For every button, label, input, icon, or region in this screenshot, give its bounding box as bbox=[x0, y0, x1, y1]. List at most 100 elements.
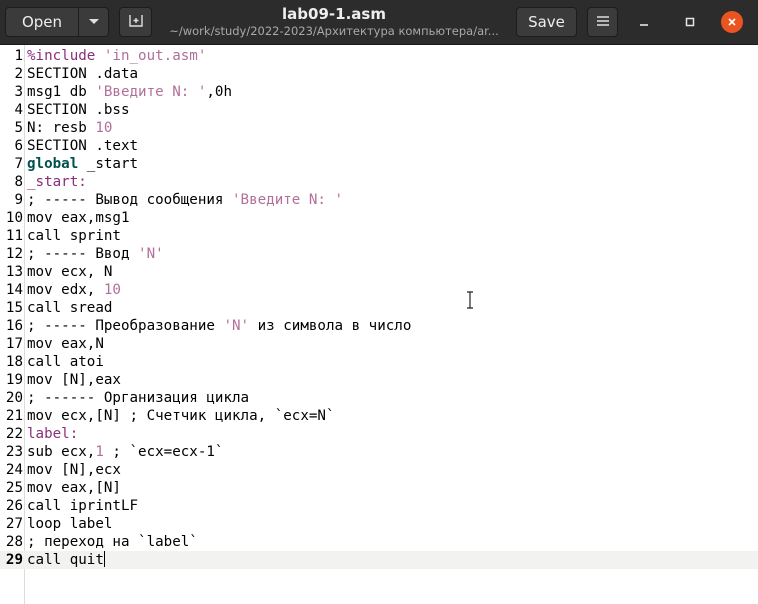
code-token: ; ------ Организация цикла bbox=[27, 390, 250, 406]
code-token: из символа в число bbox=[249, 318, 412, 334]
code-line[interactable]: 9; ----- Вывод сообщения 'Введите N: ' bbox=[0, 191, 758, 209]
code-line[interactable]: 20; ------ Организация цикла bbox=[0, 389, 758, 407]
code-line[interactable]: 7 global _start bbox=[0, 155, 758, 173]
code-token: SECTION .text bbox=[27, 138, 139, 154]
code-line[interactable]: 24 mov [N],ecx bbox=[0, 461, 758, 479]
line-number: 6 bbox=[14, 138, 23, 154]
code-token: mov eax,msg1 bbox=[27, 210, 130, 226]
chevron-down-icon[interactable] bbox=[78, 18, 109, 26]
code-line[interactable]: 18 call atoi bbox=[0, 353, 758, 371]
line-number: 21 bbox=[5, 408, 23, 424]
text-editor[interactable]: 1 %include 'in_out.asm' 2 SECTION .data 3 msg… bbox=[0, 45, 758, 604]
code-token: SECTION .bss bbox=[27, 102, 130, 118]
new-tab-button[interactable] bbox=[119, 7, 152, 37]
open-button[interactable]: Open bbox=[5, 7, 109, 37]
code-token: mov edx, bbox=[27, 282, 104, 298]
close-icon[interactable] bbox=[721, 11, 743, 33]
code-text: call sprint bbox=[27, 227, 121, 245]
window-title-area: lab09-1.asm ~/work/study/2022-2023/Архит… bbox=[160, 5, 508, 39]
code-token: msg1 db bbox=[27, 84, 96, 100]
code-line[interactable]: 15 call sread bbox=[0, 299, 758, 317]
line-number: 4 bbox=[14, 102, 23, 118]
save-button[interactable]: Save bbox=[516, 7, 577, 37]
code-text: ; ----- Преобразование 'N' из символа в … bbox=[27, 317, 411, 335]
code-line[interactable]: 27 loop label bbox=[0, 515, 758, 533]
code-line[interactable]: 1 %include 'in_out.asm' bbox=[0, 47, 758, 65]
line-number: 16 bbox=[5, 318, 23, 334]
i-beam-cursor-icon bbox=[465, 291, 475, 309]
code-line[interactable]: 11 call sprint bbox=[0, 227, 758, 245]
code-line[interactable]: 2 SECTION .data bbox=[0, 65, 758, 83]
minimize-icon[interactable] bbox=[633, 11, 655, 33]
code-text: call sread bbox=[27, 299, 112, 317]
code-token: ,0h bbox=[206, 84, 233, 100]
code-text: mov ecx, N bbox=[27, 263, 112, 281]
code-line[interactable]: 22 label: bbox=[0, 425, 758, 443]
code-text: loop label bbox=[27, 515, 112, 533]
line-number: 20 bbox=[5, 390, 23, 406]
new-document-icon bbox=[128, 12, 144, 32]
code-line[interactable]: 14 mov edx, 10 bbox=[0, 281, 758, 299]
code-line[interactable]: 10 mov eax,msg1 bbox=[0, 209, 758, 227]
line-number: 9 bbox=[14, 192, 23, 208]
code-line[interactable]: 26 call iprintLF bbox=[0, 497, 758, 515]
line-number: 27 bbox=[5, 516, 23, 532]
header-bar: Open lab09-1.asm ~/work/study/2022-2023/… bbox=[0, 0, 758, 45]
menu-button[interactable] bbox=[587, 7, 618, 37]
code-token: %include bbox=[27, 48, 104, 64]
code-text: call iprintLF bbox=[27, 497, 138, 515]
code-lines[interactable]: 1 %include 'in_out.asm' 2 SECTION .data 3 msg… bbox=[0, 47, 758, 569]
code-token: ; ----- Преобразование bbox=[27, 318, 224, 334]
code-token: sub ecx, bbox=[27, 444, 96, 460]
code-token: ; `ecx=ecx-1` bbox=[103, 444, 224, 460]
code-text: call quit bbox=[27, 551, 105, 569]
code-text: ; ------ Организация цикла bbox=[27, 389, 249, 407]
code-text: mov eax,N bbox=[27, 335, 104, 353]
line-number: 19 bbox=[5, 372, 23, 388]
code-line[interactable]: 21 mov ecx,[N] ; Счетчик цикла, `ecx=N` bbox=[0, 407, 758, 425]
code-token: ; переход на `label` bbox=[27, 534, 198, 550]
line-number: 23 bbox=[5, 444, 23, 460]
code-text: ; ----- Вывод сообщения 'Введите N: ' bbox=[27, 191, 343, 209]
code-line[interactable]: 29 call quit bbox=[0, 551, 758, 569]
code-token: SECTION .data bbox=[27, 66, 139, 82]
line-number: 15 bbox=[5, 300, 23, 316]
code-line[interactable]: 8 _start: bbox=[0, 173, 758, 191]
code-text: ; ----- Ввод 'N' bbox=[27, 245, 164, 263]
code-line[interactable]: 5 N: resb 10 bbox=[0, 119, 758, 137]
code-token: loop label bbox=[27, 516, 113, 532]
code-token: mov ecx,[N] ; Счетчик цикла, `ecx=N` bbox=[27, 408, 335, 424]
code-token: 'N' bbox=[223, 318, 250, 334]
code-text: call atoi bbox=[27, 353, 104, 371]
code-line[interactable]: 4 SECTION .bss bbox=[0, 101, 758, 119]
text-caret bbox=[103, 551, 105, 567]
code-line[interactable]: 23 sub ecx,1 ; `ecx=ecx-1` bbox=[0, 443, 758, 461]
line-number: 12 bbox=[5, 246, 23, 262]
code-text: SECTION .data bbox=[27, 65, 138, 83]
line-number: 10 bbox=[5, 210, 23, 226]
code-line[interactable]: 13 mov ecx, N bbox=[0, 263, 758, 281]
code-text: mov eax,msg1 bbox=[27, 209, 130, 227]
code-line[interactable]: 6 SECTION .text bbox=[0, 137, 758, 155]
code-line[interactable]: 3 msg1 db 'Введите N: ',0h bbox=[0, 83, 758, 101]
code-token: ; ----- Вывод сообщения bbox=[27, 192, 232, 208]
window-subtitle-path: ~/work/study/2022-2023/Архитектура компь… bbox=[169, 24, 499, 38]
code-text: mov edx, 10 bbox=[27, 281, 121, 299]
code-line[interactable]: 19 mov [N],eax bbox=[0, 371, 758, 389]
line-number: 11 bbox=[5, 228, 23, 244]
line-number: 1 bbox=[14, 48, 23, 64]
code-token: _start: bbox=[27, 174, 87, 190]
code-line[interactable]: 16; ----- Преобразование 'N' из символа … bbox=[0, 317, 758, 335]
line-number: 18 bbox=[5, 354, 23, 370]
code-line[interactable]: 12; ----- Ввод 'N' bbox=[0, 245, 758, 263]
code-token: 'Введите N: ' bbox=[95, 84, 207, 100]
code-text: ; переход на `label` bbox=[27, 533, 198, 551]
maximize-icon[interactable] bbox=[679, 11, 701, 33]
code-token: mov [N],ecx bbox=[27, 462, 121, 478]
line-number: 5 bbox=[14, 120, 23, 136]
code-line[interactable]: 28; переход на `label` bbox=[0, 533, 758, 551]
hamburger-menu-icon bbox=[596, 13, 610, 31]
line-number: 28 bbox=[5, 534, 23, 550]
code-line[interactable]: 25 mov eax,[N] bbox=[0, 479, 758, 497]
code-line[interactable]: 17 mov eax,N bbox=[0, 335, 758, 353]
